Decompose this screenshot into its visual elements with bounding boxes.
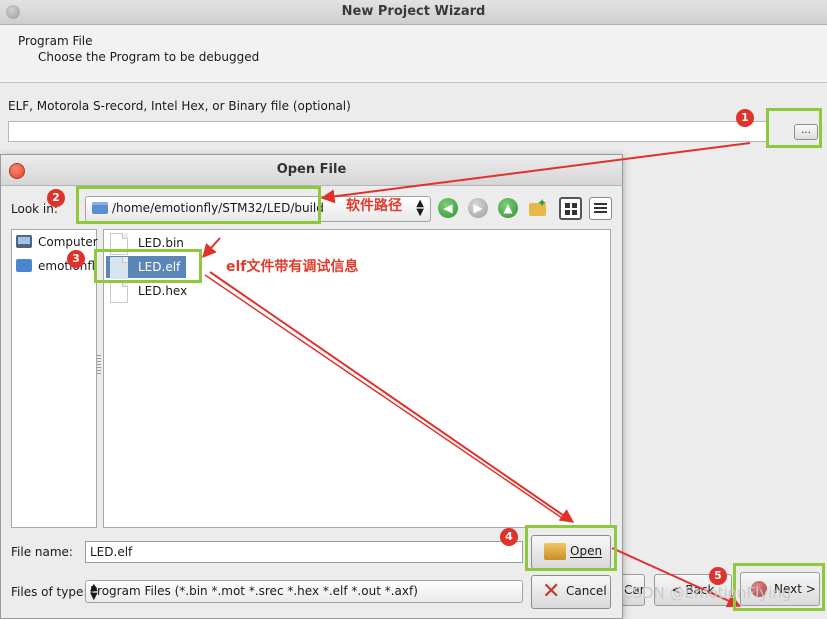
note-software-path: 软件路径	[346, 198, 402, 214]
note-elf-debug-info: elf文件带有调试信息	[226, 259, 359, 275]
highlight-elf-file	[94, 249, 202, 283]
step-badge-5: 5	[709, 567, 727, 585]
highlight-browse	[766, 108, 822, 148]
highlight-open	[525, 525, 617, 571]
step-badge-4: 4	[500, 528, 518, 546]
highlight-look-in	[76, 186, 321, 224]
step-badge-3: 3	[67, 250, 85, 268]
step-badge-2: 2	[47, 189, 65, 207]
step-badge-1: 1	[736, 109, 754, 127]
watermark: CSDN @EmotionFlying	[622, 584, 792, 602]
annotation-arrows	[202, 142, 751, 608]
